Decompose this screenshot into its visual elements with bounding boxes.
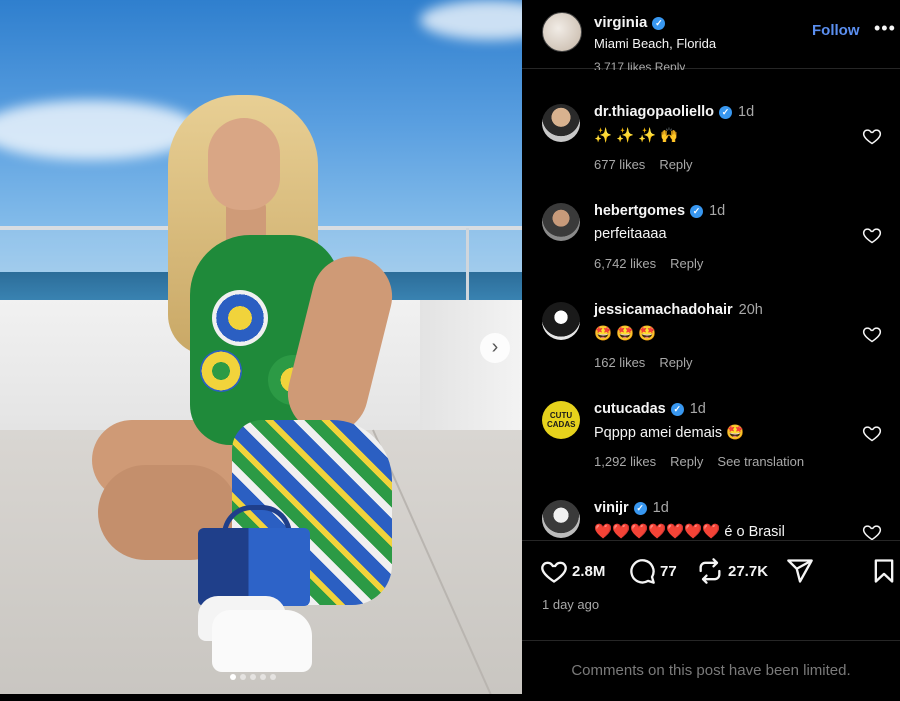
commenter-username[interactable]: jessicamachadohair [594, 302, 733, 318]
avatar-logo-text: CUTU CADAS [547, 411, 576, 429]
comment-header: vinijr ✓ 1d [594, 500, 669, 516]
verified-badge-icon: ✓ [670, 403, 684, 416]
comment-item: vinijr ✓ 1d ❤️❤️❤️❤️❤️❤️❤️ é o Brasil [522, 496, 900, 540]
comment-time[interactable]: 1d [709, 203, 725, 219]
heart-icon[interactable] [862, 126, 882, 146]
author-username-label[interactable]: virginia [594, 14, 647, 31]
like-count[interactable]: 2.8M [572, 563, 605, 580]
commenter-avatar[interactable] [542, 500, 580, 538]
send-icon[interactable] [786, 557, 814, 585]
bookmark-icon[interactable] [870, 557, 898, 585]
model-face [208, 118, 280, 210]
post-sidebar: virginia ✓ Miami Beach, Florida Follow ••… [522, 0, 900, 694]
comment-time[interactable]: 1d [690, 401, 706, 417]
heart-icon[interactable] [862, 423, 882, 443]
comment-likes[interactable]: 677 likes [594, 157, 645, 172]
verified-badge-icon: ✓ [690, 205, 704, 218]
comment-header: jessicamachadohair 20h [594, 302, 763, 318]
commenter-avatar[interactable] [542, 203, 580, 241]
verified-badge-icon: ✓ [633, 502, 647, 515]
carousel-dots [230, 674, 276, 680]
comment-likes[interactable]: 6,742 likes [594, 256, 656, 271]
verified-badge-icon: ✓ [719, 106, 733, 119]
save-action[interactable] [870, 557, 898, 585]
like-action[interactable]: 2.8M [540, 557, 605, 585]
commenter-avatar[interactable] [542, 302, 580, 340]
comment-meta: 677 likes Reply [594, 157, 707, 172]
more-options-icon[interactable]: ••• [874, 18, 896, 39]
comment-text: Pqppp amei demais 🤩 [594, 425, 745, 441]
comment-item: hebertgomes ✓ 1d perfeitaaaa 6,742 likes Re… [522, 199, 900, 289]
handbag [198, 528, 310, 606]
repost-icon[interactable] [696, 557, 724, 585]
comment-header: dr.thiagopaoliello ✓ 1d [594, 104, 754, 120]
share-action[interactable] [786, 557, 814, 585]
comment-text: 🤩 🤩 🤩 [594, 326, 657, 342]
cut-off-comment-meta: 3,717 likes Reply [594, 60, 686, 70]
heart-icon[interactable] [862, 225, 882, 245]
commenter-username[interactable]: vinijr [594, 500, 629, 516]
author-avatar[interactable] [542, 12, 582, 52]
railing-post [466, 228, 469, 300]
see-translation-button[interactable]: See translation [717, 454, 804, 469]
comment-item: jessicamachadohair 20h 🤩 🤩 🤩 162 likes Rep… [522, 298, 900, 388]
heart-icon[interactable] [862, 324, 882, 344]
platform-heel [212, 610, 312, 672]
comment-likes[interactable]: 162 likes [594, 355, 645, 370]
carousel-dot[interactable] [250, 674, 256, 680]
comment-likes[interactable]: 1,292 likes [594, 454, 656, 469]
comment-reply-button[interactable]: Reply [659, 157, 692, 172]
commenter-username[interactable]: dr.thiagopaoliello [594, 104, 714, 120]
heart-icon[interactable] [540, 557, 568, 585]
comment-text: ✨ ✨ ✨ 🙌 [594, 128, 679, 144]
comment-meta: 1,292 likes Reply See translation [594, 454, 818, 469]
commenter-username[interactable]: cutucadas [594, 401, 666, 417]
comment-time[interactable]: 1d [653, 500, 669, 516]
dress-flower [200, 350, 242, 392]
chevron-right-icon[interactable]: › [480, 333, 510, 363]
comment-time[interactable]: 20h [739, 302, 763, 318]
post-date[interactable]: 1 day ago [542, 597, 599, 612]
comment-count[interactable]: 77 [660, 563, 677, 580]
repost-action[interactable]: 27.7K [696, 557, 768, 585]
comment-reply-button[interactable]: Reply [670, 256, 703, 271]
post-location[interactable]: Miami Beach, Florida [594, 36, 716, 51]
comment-meta: 6,742 likes Reply [594, 256, 717, 271]
heart-icon[interactable] [862, 522, 882, 540]
commenter-avatar[interactable] [542, 104, 580, 142]
commenter-username[interactable]: hebertgomes [594, 203, 685, 219]
follow-button[interactable]: Follow [812, 22, 860, 39]
comment-time[interactable]: 1d [738, 104, 754, 120]
comment-action[interactable]: 77 [628, 557, 677, 585]
author-username[interactable]: virginia ✓ [594, 14, 666, 31]
post-actions: 2.8M 77 27.7K 1 day ago [522, 540, 900, 641]
comment-text: ❤️❤️❤️❤️❤️❤️❤️ é o Brasil [594, 524, 785, 540]
post-image[interactable]: › [0, 0, 522, 694]
carousel-dot[interactable] [260, 674, 266, 680]
comment-meta: 162 likes Reply [594, 355, 707, 370]
comment-item: dr.thiagopaoliello ✓ 1d ✨ ✨ ✨ 🙌 677 likes R… [522, 100, 900, 190]
verified-badge-icon: ✓ [652, 17, 666, 30]
post-header: virginia ✓ Miami Beach, Florida Follow ••… [522, 0, 900, 69]
carousel-dot[interactable] [230, 674, 236, 680]
carousel-dot[interactable] [240, 674, 246, 680]
repost-count[interactable]: 27.7K [728, 563, 768, 580]
dress-flower [212, 290, 268, 346]
comment-text: perfeitaaaa [594, 226, 667, 242]
comment-header: hebertgomes ✓ 1d [594, 203, 725, 219]
comment-header: cutucadas ✓ 1d [594, 401, 706, 417]
carousel-dot[interactable] [270, 674, 276, 680]
comment-reply-button[interactable]: Reply [659, 355, 692, 370]
commenter-avatar[interactable]: CUTU CADAS [542, 401, 580, 439]
comment-item: CUTU CADAS cutucadas ✓ 1d Pqppp amei demai… [522, 397, 900, 487]
cloud [420, 0, 522, 40]
comments-limited-notice: Comments on this post have been limited. [522, 640, 900, 695]
comment-reply-button[interactable]: Reply [670, 454, 703, 469]
comment-icon[interactable] [628, 557, 656, 585]
